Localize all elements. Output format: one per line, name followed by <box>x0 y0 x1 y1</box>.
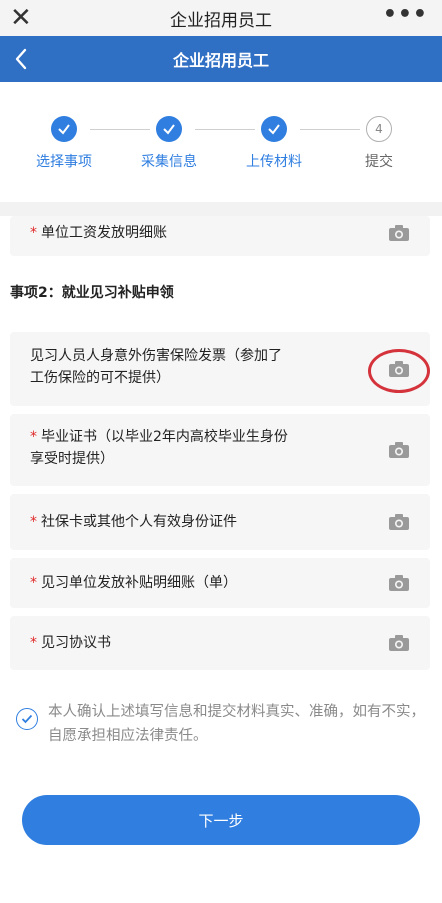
step-2-check-icon <box>156 116 182 142</box>
section-divider <box>0 202 442 216</box>
step-4-number: 4 <box>366 116 392 142</box>
app-header: 企业招用员工 <box>0 36 442 82</box>
step-connector <box>90 129 150 130</box>
upload-item-internship-agreement[interactable]: * 见习协议书 <box>10 616 430 670</box>
required-mark: * <box>30 635 37 651</box>
step-label-collect: 采集信息 <box>141 154 197 170</box>
agreement-text: 本人确认上述填写信息和提交材料真实、准确，如有不实，自愿承担相应法律责任。 <box>48 704 425 744</box>
upload-item-label-line1: 毕业证书（以毕业2年内高校毕业生身份 <box>41 429 288 445</box>
upload-item-subsidy-ledger[interactable]: * 见习单位发放补贴明细账（单） <box>10 558 430 608</box>
required-mark: * <box>30 225 37 241</box>
chevron-left-icon[interactable] <box>10 44 34 74</box>
step-connector <box>300 129 360 130</box>
upload-item-label-line1: 见习人员人身意外伤害保险发票（参加了 <box>30 348 282 364</box>
highlight-circle <box>368 349 430 393</box>
step-label-select: 选择事项 <box>36 154 92 170</box>
progress-stepper: 4 选择事项 采集信息 上传材料 提交 <box>0 82 442 202</box>
camera-icon[interactable] <box>388 634 410 652</box>
required-mark: * <box>30 575 37 591</box>
upload-item-diploma[interactable]: * 毕业证书（以毕业2年内高校毕业生身份 享受时提供） <box>10 414 430 486</box>
upload-item-label-line2: 工伤保险的可不提供） <box>30 370 170 386</box>
step-label-upload: 上传材料 <box>246 154 302 170</box>
step-1-check-icon <box>51 116 77 142</box>
step-connector <box>195 129 255 130</box>
upload-item-label: 社保卡或其他个人有效身份证件 <box>41 514 237 530</box>
section-title: 事项2：就业见习补贴申领 <box>10 285 174 301</box>
step-3-check-icon <box>261 116 287 142</box>
system-title-bar: ✕ 企业招用员工 ••• <box>0 0 442 36</box>
upload-item-insurance-invoice[interactable]: 见习人员人身意外伤害保险发票（参加了 工伤保险的可不提供） <box>10 332 430 406</box>
system-title: 企业招用员工 <box>170 10 272 31</box>
upload-item-label: 单位工资发放明细账 <box>41 225 167 241</box>
next-button[interactable]: 下一步 <box>22 795 420 845</box>
check-icon <box>21 714 33 724</box>
upload-item-label: 见习协议书 <box>41 635 111 651</box>
camera-icon[interactable] <box>388 441 410 459</box>
page-title: 企业招用员工 <box>172 51 269 70</box>
required-mark: * <box>30 429 37 445</box>
upload-item-label-line2: 享受时提供） <box>30 451 114 467</box>
agreement-checkbox[interactable] <box>16 708 38 730</box>
upload-item-social-security-card[interactable]: * 社保卡或其他个人有效身份证件 <box>10 494 430 550</box>
camera-icon[interactable] <box>388 513 410 531</box>
camera-icon[interactable] <box>388 574 410 592</box>
upload-item-wage-ledger[interactable]: * 单位工资发放明细账 <box>10 216 430 256</box>
camera-icon[interactable] <box>388 224 410 242</box>
required-mark: * <box>30 514 37 530</box>
close-icon[interactable]: ✕ <box>10 4 32 32</box>
more-icon[interactable]: ••• <box>383 2 428 27</box>
step-label-submit: 提交 <box>365 154 393 170</box>
upload-item-label: 见习单位发放补贴明细账（单） <box>41 575 237 591</box>
